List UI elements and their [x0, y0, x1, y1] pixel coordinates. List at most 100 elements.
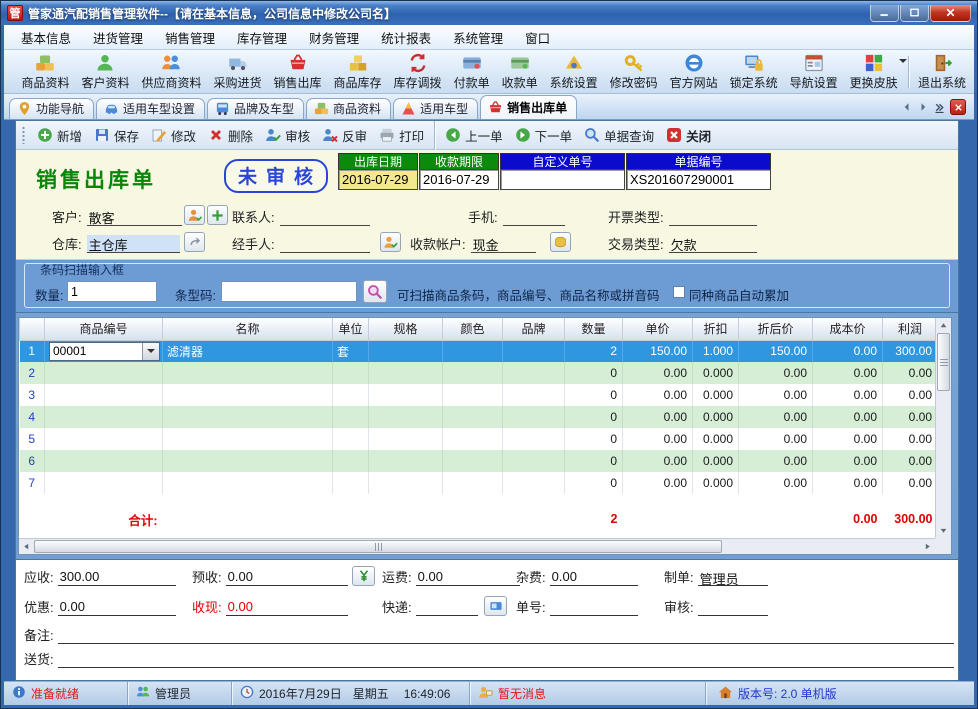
grid-cell[interactable]: 0	[565, 362, 623, 384]
account-input[interactable]: 现金	[471, 235, 536, 253]
receivable-value[interactable]: 300.00	[58, 569, 176, 586]
grid-cell[interactable]	[45, 428, 163, 450]
tab-brand-model[interactable]: 品牌及车型	[207, 98, 304, 119]
grid-cell[interactable]	[443, 384, 503, 406]
tracking-no-value[interactable]	[550, 599, 638, 616]
out-date-value[interactable]: 2016-07-29	[338, 169, 418, 190]
grid-cell[interactable]: 0.00	[813, 428, 883, 450]
due-date-value[interactable]: 2016-07-29	[419, 169, 499, 190]
grid-cell[interactable]	[163, 428, 333, 450]
stock-transfer-button[interactable]: 库存调拨	[388, 51, 448, 93]
grid-row-4[interactable]: 400.000.0000.000.000.00	[20, 406, 936, 428]
change-skin-button[interactable]: 更换皮肤	[844, 51, 904, 93]
grid-cell[interactable]: 0	[565, 472, 623, 494]
grid-cell[interactable]	[369, 362, 443, 384]
doc-no-value[interactable]: XS201607290001	[626, 169, 771, 190]
grid-cell[interactable]: 0.00	[813, 472, 883, 494]
warehouse-input[interactable]: 主仓库	[87, 235, 180, 253]
menu-system-mgmt[interactable]: 系统管理	[442, 25, 514, 50]
grid-cell[interactable]: 0.000	[693, 472, 739, 494]
skin-dropdown-arrow-icon[interactable]	[899, 59, 907, 67]
exit-system-button[interactable]: 退出系统	[912, 51, 972, 93]
save-button[interactable]: 保存	[88, 123, 145, 148]
grid-cell[interactable]: 0	[565, 428, 623, 450]
grid-cell[interactable]	[503, 406, 565, 428]
change-password-button[interactable]: 修改密码	[604, 51, 664, 93]
customer-input[interactable]: 散客	[87, 208, 182, 226]
scan-qty-input[interactable]	[67, 281, 157, 302]
new-button[interactable]: 新增	[31, 123, 88, 148]
grid-cell[interactable]: 0	[565, 384, 623, 406]
grid-cell[interactable]: 0.00	[883, 362, 936, 384]
tab-close-button[interactable]	[950, 99, 966, 115]
grid-cell[interactable]	[163, 362, 333, 384]
prepaid-money-button[interactable]	[352, 566, 375, 586]
grid-cell[interactable]: 0.00	[623, 406, 693, 428]
discount-value[interactable]: 0.00	[58, 599, 176, 616]
form-toolbar-grip[interactable]	[21, 126, 26, 144]
modify-button[interactable]: 修改	[145, 123, 202, 148]
prepaid-value[interactable]: 0.00	[226, 569, 348, 586]
purchase-in-button[interactable]: 采购进货	[208, 51, 268, 93]
menu-window-menu[interactable]: 窗口	[514, 25, 561, 50]
grid-cell[interactable]: 0.00	[739, 406, 813, 428]
trade-type-input[interactable]: 欠款	[669, 235, 757, 253]
grid-cell[interactable]: 0.000	[693, 406, 739, 428]
grid-row-3[interactable]: 300.000.0000.000.000.00	[20, 384, 936, 406]
grid-cell[interactable]	[45, 384, 163, 406]
audit-button[interactable]: 审核	[259, 123, 316, 148]
grid-cell[interactable]	[369, 472, 443, 494]
tab-vehicle-model[interactable]: 适用车型	[393, 98, 478, 119]
select-account-button[interactable]	[550, 232, 571, 252]
prev-order-button[interactable]: 上一单	[439, 123, 509, 148]
menu-purchase-mgmt[interactable]: 进货管理	[82, 25, 154, 50]
barcode-input[interactable]	[221, 281, 357, 302]
tab-function-nav[interactable]: 功能导航	[9, 98, 94, 119]
grid-cell[interactable]: 0.00	[623, 362, 693, 384]
grid-row-5[interactable]: 500.000.0000.000.000.00	[20, 428, 936, 450]
grid-cell[interactable]	[503, 362, 565, 384]
grid-cell[interactable]: 0.00	[883, 428, 936, 450]
grid-cell[interactable]	[163, 384, 333, 406]
receipt-bill-button[interactable]: 收款单	[496, 51, 544, 93]
grid-cell[interactable]: 0.000	[693, 384, 739, 406]
select-warehouse-button[interactable]	[184, 232, 205, 252]
grid-cell[interactable]: 0.00	[883, 472, 936, 494]
grid-cell[interactable]: 150.00	[739, 340, 813, 362]
tab-goods-info[interactable]: 商品资料	[306, 98, 391, 119]
grid-cell[interactable]: 0.00	[813, 384, 883, 406]
grid-cell[interactable]: 0.000	[693, 450, 739, 472]
express-value[interactable]	[416, 599, 478, 616]
next-order-button[interactable]: 下一单	[509, 123, 579, 148]
minimize-button[interactable]	[870, 5, 899, 22]
tab-vehicle-model-settings[interactable]: 适用车型设置	[96, 98, 205, 119]
grid-cell[interactable]	[443, 428, 503, 450]
freight-value[interactable]: 0.00	[416, 569, 520, 586]
grid-cell[interactable]	[45, 472, 163, 494]
menu-sales-mgmt[interactable]: 销售管理	[154, 25, 226, 50]
express-select-button[interactable]	[484, 596, 507, 616]
grid-cell[interactable]	[503, 472, 565, 494]
grid-cell[interactable]	[163, 406, 333, 428]
horizontal-scroll-thumb[interactable]	[34, 540, 722, 553]
grid-cell[interactable]: 0.00	[623, 450, 693, 472]
add-customer-button[interactable]	[207, 205, 228, 225]
grid-cell[interactable]	[45, 406, 163, 428]
grid-cell[interactable]: 0.00	[883, 450, 936, 472]
menu-finance-mgmt[interactable]: 财务管理	[298, 25, 370, 50]
grid-cell[interactable]: 0.00	[739, 472, 813, 494]
grid-cell[interactable]	[443, 340, 503, 362]
grid-cell[interactable]	[163, 472, 333, 494]
grid-cell[interactable]: 0.00	[813, 362, 883, 384]
goods-stock-button[interactable]: 商品库存	[328, 51, 388, 93]
grid-cell[interactable]: 00001	[45, 340, 163, 362]
grid-cell[interactable]	[163, 450, 333, 472]
sales-out-button[interactable]: 销售出库	[268, 51, 328, 93]
grid-cell[interactable]: 0.00	[623, 384, 693, 406]
grid-cell[interactable]	[503, 340, 565, 362]
grid-cell[interactable]: 2	[565, 340, 623, 362]
grid-cell[interactable]	[369, 340, 443, 362]
toolbar-grip[interactable]	[9, 56, 10, 87]
grid-cell[interactable]: 0.00	[883, 384, 936, 406]
grid-cell[interactable]	[503, 450, 565, 472]
